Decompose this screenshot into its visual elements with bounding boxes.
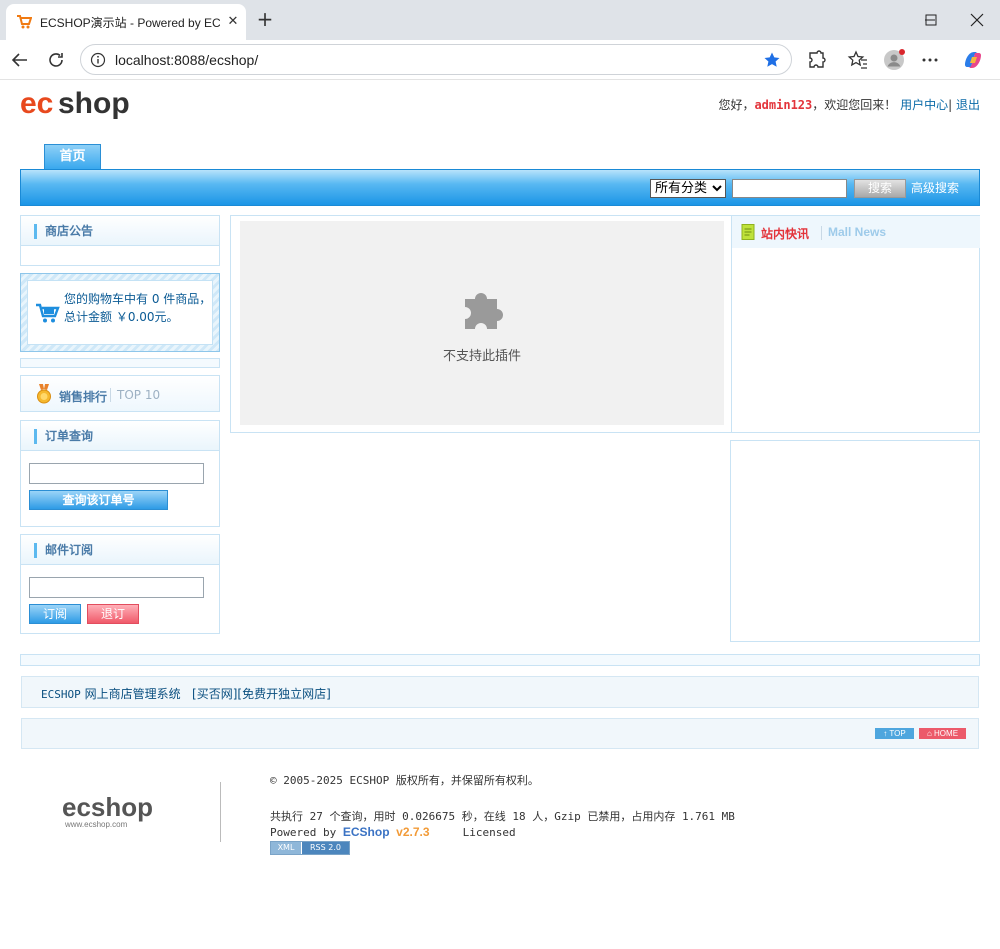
advanced-search-link[interactable]: 高级搜索 xyxy=(911,180,959,197)
welcome-text: ，欢迎您回来！ xyxy=(812,98,897,112)
order-query-box: 订单查询 查询该订单号 xyxy=(20,420,220,527)
nav-separator: | xyxy=(948,98,953,112)
browser-tab[interactable]: ECSHOP演示站 - Powered by ECShop ✕ xyxy=(6,4,246,40)
footer-ecshop-logo: ecshop www.ecshop.com xyxy=(62,792,153,829)
top10-box: 销售排行 TOP 10 xyxy=(20,375,220,412)
free-shop-link[interactable]: [免费开独立网店] xyxy=(237,687,330,701)
system-link[interactable]: 网上商店管理系统 xyxy=(85,687,181,701)
top10-title: 销售排行 xyxy=(59,390,108,404)
maifou-link[interactable]: [买否网] xyxy=(192,687,237,701)
back-to-top-bar: ↑ TOP ⌂ HOME xyxy=(21,718,979,749)
rss-feed-badge[interactable]: XML RSS 2.0 xyxy=(270,841,350,855)
home-button[interactable]: ⌂ HOME xyxy=(919,728,966,739)
empty-wide-box xyxy=(20,654,980,666)
copyright-text: © 2005-2025 ECSHOP 版权所有，并保留所有权利。 xyxy=(270,774,539,787)
right-empty-box xyxy=(730,440,980,642)
empty-sidebar-box xyxy=(20,358,220,368)
puzzle-piece-icon xyxy=(465,293,503,329)
url-field[interactable]: localhost:8088/ecshop/ xyxy=(80,44,792,75)
logout-link[interactable]: 退出 xyxy=(956,98,980,112)
address-bar-row: localhost:8088/ecshop/ xyxy=(0,40,1000,80)
main-content: 不支持此插件 站内快讯 Mall News xyxy=(230,215,980,433)
user-nav: 您好，admin123，欢迎您回来！ 用户中心| 退出 xyxy=(718,96,980,112)
favorites-icon[interactable] xyxy=(846,48,870,72)
footer-logo-url: www.ecshop.com xyxy=(64,820,128,829)
plugin-unsupported-text: 不支持此插件 xyxy=(442,349,521,364)
order-number-input[interactable] xyxy=(29,463,204,484)
mail-subscribe-box: 邮件订阅 订阅 退订 xyxy=(20,534,220,634)
heading-marker xyxy=(34,224,37,239)
search-button[interactable]: 搜索 xyxy=(854,179,906,198)
powered-by-text: Powered by xyxy=(270,826,343,839)
svg-text:shop: shop xyxy=(58,87,130,120)
category-select[interactable]: 所有分类 xyxy=(650,179,726,198)
query-order-button[interactable]: 查询该订单号 xyxy=(29,490,168,510)
top10-subtitle: TOP 10 xyxy=(117,388,161,402)
svg-text:ecshop: ecshop xyxy=(62,792,153,822)
url-text: localhost:8088/ecshop/ xyxy=(115,52,259,68)
mall-news-panel: 站内快讯 Mall News xyxy=(731,216,980,432)
copilot-icon[interactable] xyxy=(961,48,985,72)
heading-marker xyxy=(34,543,37,558)
notice-title: 商店公告 xyxy=(45,224,94,238)
ecshop-logo[interactable]: ec shop xyxy=(20,87,145,123)
friend-links-bar: ECSHOP 网上商店管理系统 [买否网][免费开独立网店] xyxy=(21,676,979,708)
extensions-icon[interactable] xyxy=(805,48,829,72)
more-menu-icon[interactable] xyxy=(918,48,942,72)
licensed-text: Licensed xyxy=(462,826,516,839)
cart-summary: 您的购物车中有 0 件商品，总计金额 ￥0.00元。 xyxy=(20,273,220,352)
subscribe-button[interactable]: 订阅 xyxy=(29,604,81,624)
site-info-icon[interactable] xyxy=(90,52,106,68)
back-arrow-icon[interactable] xyxy=(8,48,32,72)
ecshop-brand-link[interactable]: ECShop xyxy=(343,825,390,839)
rss-badge: RSS 2.0 xyxy=(302,842,349,854)
profile-avatar-icon[interactable] xyxy=(882,48,906,72)
news-title-en: Mall News xyxy=(828,225,887,239)
powered-by-line: Powered by ECShop v2.7.3 Licensed xyxy=(270,825,516,839)
search-bar: 所有分类 搜索 高级搜索 xyxy=(20,169,980,206)
top-button[interactable]: ↑ TOP xyxy=(875,728,914,739)
reload-icon[interactable] xyxy=(44,48,68,72)
greeting-text: 您好， xyxy=(718,98,755,112)
version-text: v2.7.3 xyxy=(396,825,430,839)
tab-close-icon[interactable]: ✕ xyxy=(224,13,242,31)
tab-title: ECSHOP演示站 - Powered by ECShop xyxy=(40,16,220,30)
footer-divider xyxy=(220,782,221,842)
mail-subscribe-title: 邮件订阅 xyxy=(45,543,94,557)
unsubscribe-button[interactable]: 退订 xyxy=(87,604,139,624)
notice-box: 商店公告 xyxy=(20,215,220,266)
shopping-cart-icon xyxy=(36,303,60,323)
xml-badge: XML xyxy=(271,842,301,854)
cart-text[interactable]: 您的购物车中有 0 件商品，总计金额 ￥0.00元。 xyxy=(64,290,214,326)
close-window-icon[interactable] xyxy=(963,6,991,34)
order-query-title: 订单查询 xyxy=(45,429,94,443)
cart-favicon-icon xyxy=(17,15,32,29)
news-list xyxy=(740,248,972,273)
new-tab-icon[interactable]: + xyxy=(253,8,277,32)
tab-home[interactable]: 首页 xyxy=(44,144,101,169)
maximize-icon[interactable] xyxy=(917,6,945,34)
browser-tab-strip: ECSHOP演示站 - Powered by ECShop ✕ + xyxy=(0,0,1000,40)
favorite-star-icon[interactable] xyxy=(763,51,781,69)
news-title: 站内快讯 xyxy=(761,227,810,241)
username: admin123 xyxy=(754,98,813,112)
keyword-input[interactable] xyxy=(732,179,847,198)
ecshop-link-image[interactable]: ECSHOP xyxy=(41,688,81,701)
svg-text:ec: ec xyxy=(20,87,53,120)
notepad-icon xyxy=(741,224,755,240)
user-center-link[interactable]: 用户中心 xyxy=(900,98,948,112)
heading-marker xyxy=(34,429,37,444)
medal-icon xyxy=(37,384,51,404)
plugin-placeholder: 不支持此插件 xyxy=(240,221,724,425)
web-page: ec shop 您好，admin123，欢迎您回来！ 用户中心| 退出 首页 所… xyxy=(0,80,1000,949)
email-input[interactable] xyxy=(29,577,204,598)
stats-text: 共执行 27 个查询，用时 0.026675 秒，在线 18 人，Gzip 已禁… xyxy=(270,810,735,823)
